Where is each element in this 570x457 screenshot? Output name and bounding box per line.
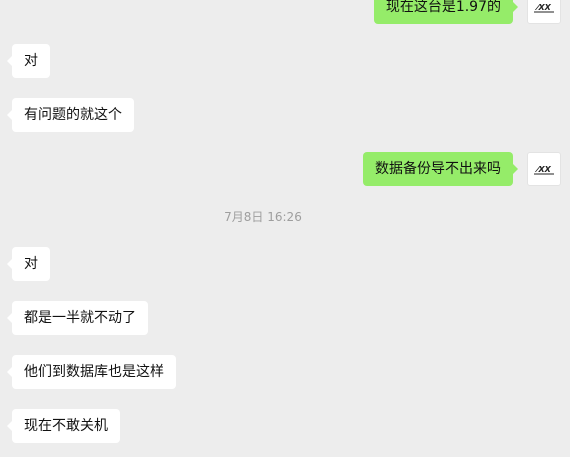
brand-logo-icon: ⁄XX [534,3,554,13]
message-timestamp: 7月8日 16:26 [224,210,302,224]
outgoing-message-bubble[interactable]: 数据备份导不出来吗 [363,152,518,186]
brand-logo-icon: ⁄XX [534,165,554,175]
incoming-message-bubble[interactable]: 对 [7,247,50,281]
message-row-outgoing: 数据备份导不出来吗 ⁄XX [0,152,570,186]
message-row-incoming: 对 [0,247,570,281]
incoming-message-bubble[interactable]: 现在不敢关机 [7,409,120,443]
svg-text:⁄XX: ⁄XX [534,3,552,12]
svg-text:⁄XX: ⁄XX [534,165,552,174]
chat-message-area[interactable]: 现在这台是1.97的 ⁄XX 对 有问题的就这个 数据备份导不出来吗 ⁄XX 7… [0,0,570,457]
message-row-incoming: 都是一半就不动了 [0,301,570,335]
incoming-message-bubble[interactable]: 他们到数据库也是这样 [7,355,176,389]
incoming-message-bubble[interactable]: 对 [7,44,50,78]
outgoing-message-bubble[interactable]: 现在这台是1.97的 [373,0,519,24]
avatar[interactable]: ⁄XX [527,152,561,186]
message-row-incoming: 他们到数据库也是这样 [0,355,570,389]
message-row-incoming: 现在不敢关机 [0,409,570,443]
incoming-message-bubble[interactable]: 有问题的就这个 [7,98,134,132]
incoming-message-bubble[interactable]: 都是一半就不动了 [7,301,148,335]
avatar[interactable]: ⁄XX [527,0,561,24]
message-row-outgoing: 现在这台是1.97的 ⁄XX [0,0,570,24]
message-row-incoming: 对 [0,44,570,78]
message-row-incoming: 有问题的就这个 [0,98,570,132]
